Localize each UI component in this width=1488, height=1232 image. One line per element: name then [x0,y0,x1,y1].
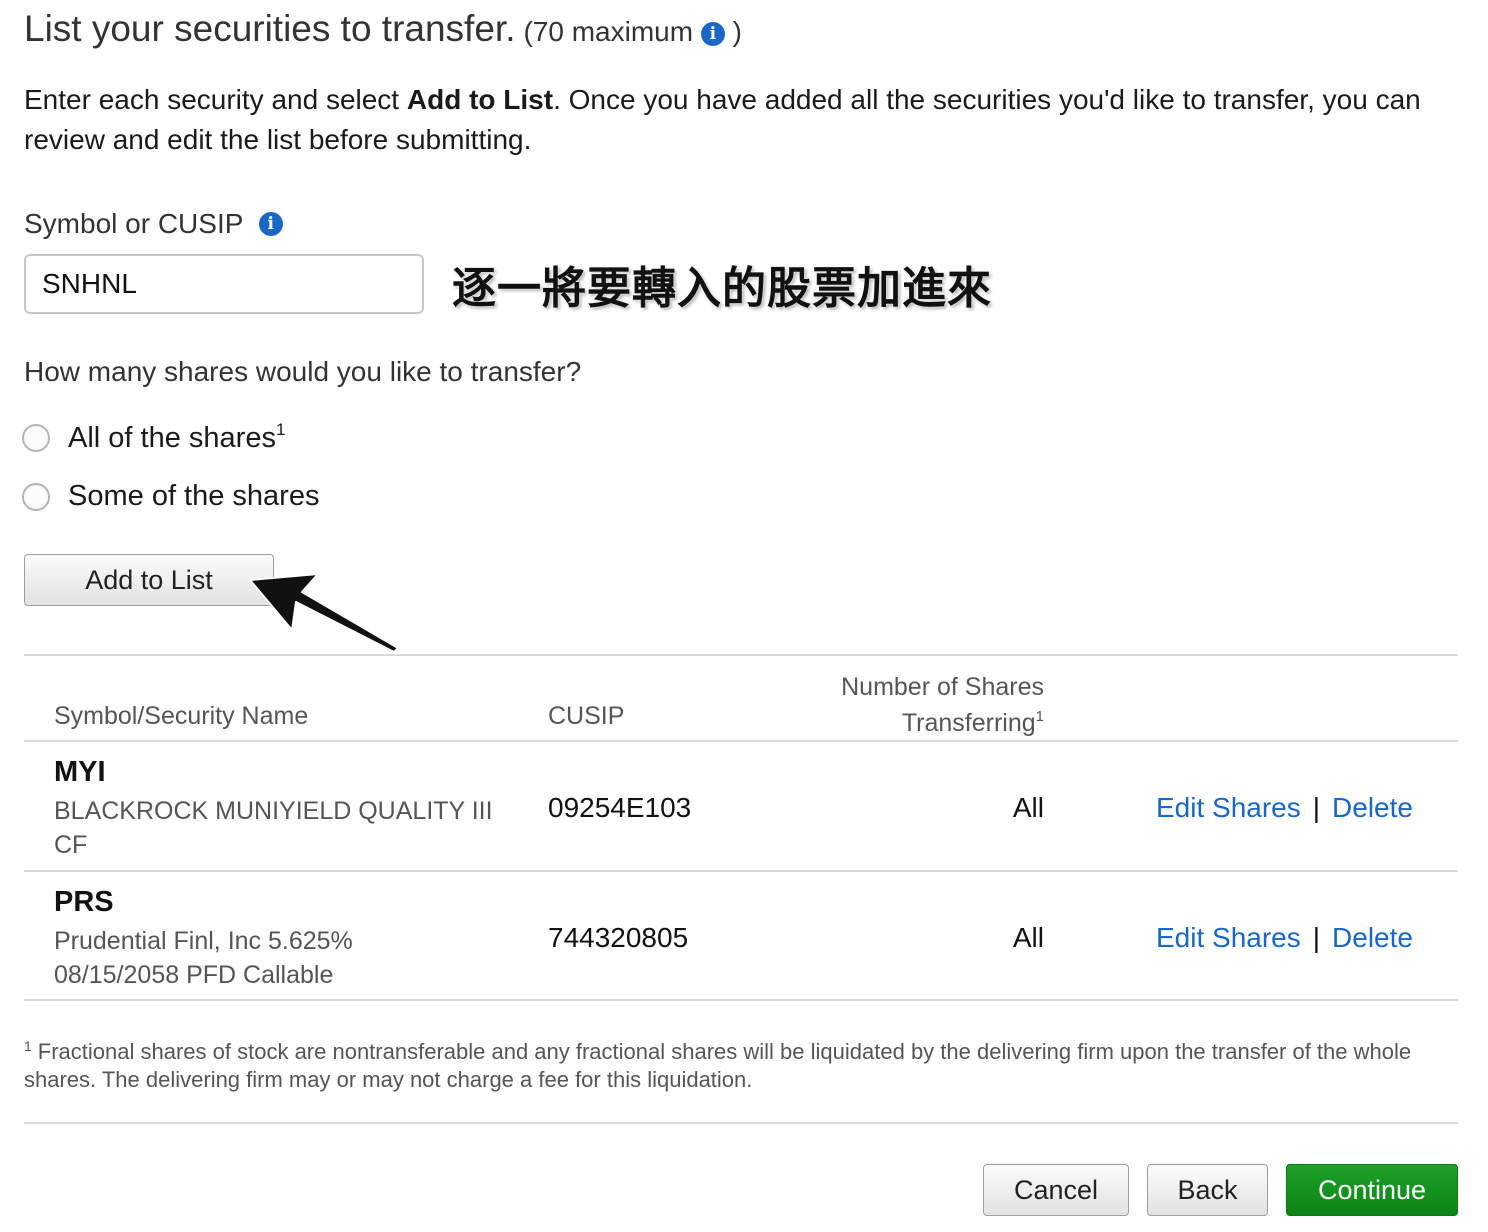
column-header-shares: Number of Shares Transferring1 [841,673,1044,737]
divider [24,1122,1458,1124]
radio-label: Some of the shares [68,480,320,512]
divider [24,999,1458,1001]
symbol-label: Symbol or CUSIP i [24,208,283,240]
add-to-list-button[interactable]: Add to List [24,554,274,606]
delete-link[interactable]: Delete [1332,922,1413,953]
cancel-button[interactable]: Cancel [983,1164,1129,1216]
shares-question: How many shares would you like to transf… [24,356,582,387]
footnote-marker: 1 [24,1038,32,1054]
footnote-text: Fractional shares of stock are nontransf… [24,1039,1412,1092]
radio-button[interactable] [22,482,50,511]
instructions-text: Enter each security and select Add to Li… [24,84,1421,155]
arrow-icon [249,573,399,653]
annotation-text: 逐一將要轉入的股票加進來 [452,263,992,314]
edit-shares-link[interactable]: Edit Shares [1156,922,1301,953]
info-icon[interactable]: i [258,211,283,236]
separator: | [1312,792,1321,823]
security-name: Prudential Finl, Inc 5.625% 08/15/2058 P… [54,927,353,989]
security-cusip: 09254E103 [548,792,692,823]
radio-button[interactable] [22,423,50,452]
edit-shares-link[interactable]: Edit Shares [1156,792,1301,823]
column-header-symbol: Symbol/Security Name [54,702,309,730]
divider [24,654,1458,656]
instructions-bold: Add to List [406,84,554,115]
radio-label: All of the shares [68,422,276,454]
security-cusip: 744320805 [548,922,689,953]
radio-all-shares[interactable]: All of the shares1 [22,420,285,455]
radio-some-shares[interactable]: Some of the shares [22,480,319,513]
footnote-marker: 1 [275,420,286,439]
back-button[interactable]: Back [1147,1164,1268,1216]
security-symbol: PRS [54,886,114,918]
divider [24,740,1458,742]
footnote-marker: 1 [1035,708,1044,725]
security-name: BLACKROCK MUNIYIELD QUALITY III CF [54,797,493,859]
delete-link[interactable]: Delete [1332,792,1413,823]
shares-transferring: All [1012,922,1044,953]
separator: | [1312,922,1321,953]
shares-transferring: All [1012,792,1044,823]
security-symbol: MYI [54,756,106,788]
footnote: 1 Fractional shares of stock are nontrans… [24,1032,1444,1094]
page-title-text: List your securities to transfer. [24,8,516,49]
continue-button[interactable]: Continue [1286,1164,1458,1216]
info-icon[interactable]: i [700,21,725,46]
max-note: (70 maximum i ) [523,16,742,47]
divider [24,870,1458,872]
column-header-cusip: CUSIP [548,702,625,730]
page-title: List your securities to transfer. (70 max… [24,8,742,50]
row-actions: Edit Shares | Delete [1156,922,1413,954]
symbol-input[interactable] [24,254,424,314]
row-actions: Edit Shares | Delete [1156,792,1413,824]
